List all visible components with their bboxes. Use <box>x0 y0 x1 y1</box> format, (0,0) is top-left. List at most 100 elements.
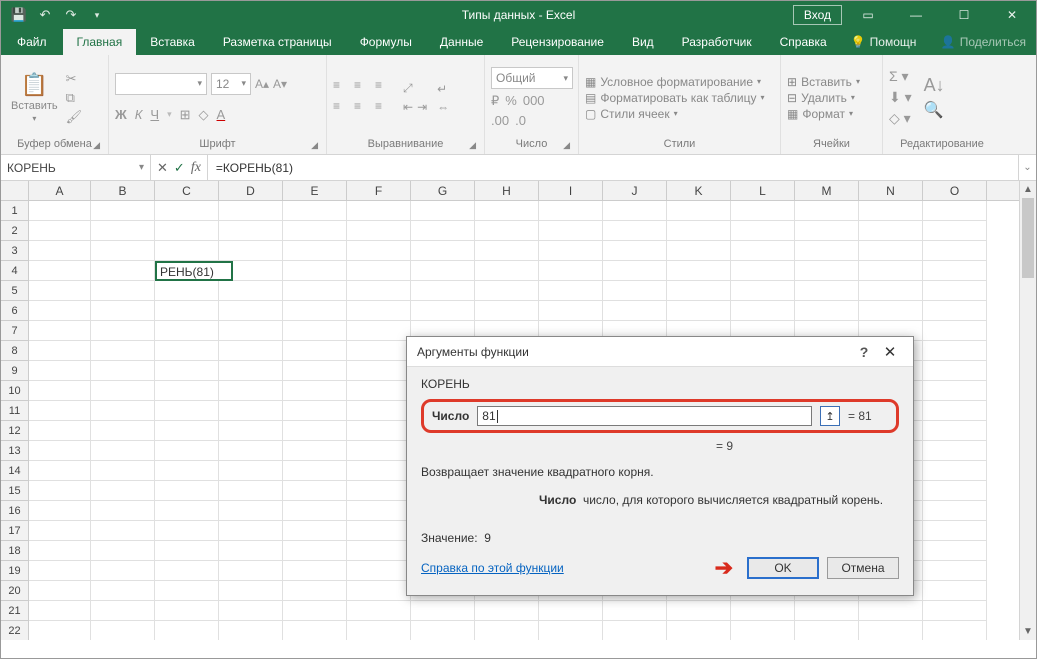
copy-icon[interactable]: ⧉ <box>66 90 83 106</box>
cell[interactable] <box>155 621 219 640</box>
col-header[interactable]: I <box>539 181 603 200</box>
qat-customize-icon[interactable]: ▾ <box>85 3 109 27</box>
cell[interactable] <box>603 241 667 261</box>
cell[interactable] <box>219 521 283 541</box>
sort-filter-icon[interactable]: A↓ <box>924 75 945 96</box>
cell[interactable] <box>731 301 795 321</box>
cell[interactable] <box>29 341 91 361</box>
col-header[interactable]: N <box>859 181 923 200</box>
enter-formula-icon[interactable]: ✓ <box>174 160 185 176</box>
row-header[interactable]: 6 <box>1 301 29 321</box>
bold-button[interactable]: Ж <box>115 107 127 122</box>
cell[interactable] <box>91 261 155 281</box>
cell[interactable] <box>219 221 283 241</box>
align-bottom-icon[interactable]: ≡ <box>375 78 393 96</box>
cell[interactable] <box>795 241 859 261</box>
cell[interactable] <box>859 261 923 281</box>
align-launcher-icon[interactable]: ◢ <box>469 140 476 151</box>
cell[interactable] <box>283 341 347 361</box>
format-painter-icon[interactable]: 🖌 <box>66 109 83 125</box>
cell[interactable] <box>923 201 987 221</box>
cell[interactable] <box>795 281 859 301</box>
cell[interactable] <box>411 261 475 281</box>
cell[interactable] <box>923 561 987 581</box>
cell[interactable] <box>91 301 155 321</box>
cell[interactable] <box>91 621 155 640</box>
cell[interactable] <box>347 501 411 521</box>
cell[interactable] <box>859 281 923 301</box>
col-header[interactable]: A <box>29 181 91 200</box>
cell[interactable] <box>859 621 923 640</box>
save-icon[interactable]: 💾 <box>7 3 31 27</box>
cell[interactable] <box>283 241 347 261</box>
cell[interactable] <box>155 361 219 381</box>
clipboard-launcher-icon[interactable]: ◢ <box>93 140 100 151</box>
currency-icon[interactable]: ₽ <box>491 93 499 109</box>
cell[interactable] <box>29 461 91 481</box>
cell[interactable] <box>667 201 731 221</box>
cell[interactable] <box>539 261 603 281</box>
cell[interactable] <box>731 281 795 301</box>
select-all-corner[interactable] <box>1 181 29 200</box>
cell[interactable] <box>29 241 91 261</box>
cell[interactable] <box>219 501 283 521</box>
font-launcher-icon[interactable]: ◢ <box>311 140 318 151</box>
cell[interactable] <box>667 241 731 261</box>
tab-home[interactable]: Главная <box>63 29 137 55</box>
row-header[interactable]: 16 <box>1 501 29 521</box>
cell[interactable] <box>923 541 987 561</box>
cell[interactable] <box>219 561 283 581</box>
cell[interactable] <box>283 441 347 461</box>
cell[interactable] <box>923 441 987 461</box>
align-middle-icon[interactable]: ≡ <box>354 78 372 96</box>
cell[interactable] <box>795 301 859 321</box>
dialog-help-icon[interactable]: ? <box>851 344 877 360</box>
cell[interactable] <box>91 501 155 521</box>
cell[interactable] <box>283 201 347 221</box>
cell[interactable] <box>219 321 283 341</box>
cell[interactable] <box>923 601 987 621</box>
cell[interactable] <box>347 601 411 621</box>
cell[interactable] <box>155 521 219 541</box>
tab-view[interactable]: Вид <box>618 29 668 55</box>
align-left-icon[interactable]: ≡ <box>333 99 351 117</box>
tab-data[interactable]: Данные <box>426 29 497 55</box>
cell[interactable] <box>347 361 411 381</box>
percent-icon[interactable]: % <box>505 93 517 109</box>
cell[interactable] <box>923 521 987 541</box>
cell[interactable] <box>923 221 987 241</box>
cell[interactable] <box>667 301 731 321</box>
cell[interactable] <box>283 221 347 241</box>
clear-icon[interactable]: ◇ ▾ <box>889 110 912 127</box>
cell[interactable] <box>539 221 603 241</box>
cell[interactable] <box>347 241 411 261</box>
wrap-text-icon[interactable]: ↵ <box>437 82 449 96</box>
ribbon-options-icon[interactable]: ▭ <box>846 1 890 29</box>
comma-icon[interactable]: 000 <box>523 93 545 109</box>
scroll-down-icon[interactable]: ▼ <box>1020 623 1036 640</box>
col-header[interactable]: K <box>667 181 731 200</box>
cell[interactable] <box>155 401 219 421</box>
tab-insert[interactable]: Вставка <box>136 29 209 55</box>
cell[interactable] <box>923 461 987 481</box>
cell[interactable] <box>283 601 347 621</box>
cell[interactable] <box>923 621 987 640</box>
cell[interactable] <box>29 421 91 441</box>
cell[interactable] <box>29 281 91 301</box>
fx-icon[interactable]: fx <box>191 160 201 176</box>
cell[interactable] <box>91 601 155 621</box>
cell[interactable] <box>539 301 603 321</box>
cell[interactable] <box>347 261 411 281</box>
cell[interactable] <box>411 221 475 241</box>
font-color-icon[interactable]: A <box>217 107 226 122</box>
delete-cells-button[interactable]: ⊟Удалить▾ <box>787 91 860 105</box>
row-header[interactable]: 8 <box>1 341 29 361</box>
cell[interactable] <box>731 241 795 261</box>
cell[interactable] <box>155 481 219 501</box>
cell[interactable] <box>91 381 155 401</box>
cell[interactable] <box>923 281 987 301</box>
cell[interactable] <box>91 281 155 301</box>
row-header[interactable]: 12 <box>1 421 29 441</box>
col-header[interactable]: O <box>923 181 987 200</box>
cell[interactable] <box>475 241 539 261</box>
